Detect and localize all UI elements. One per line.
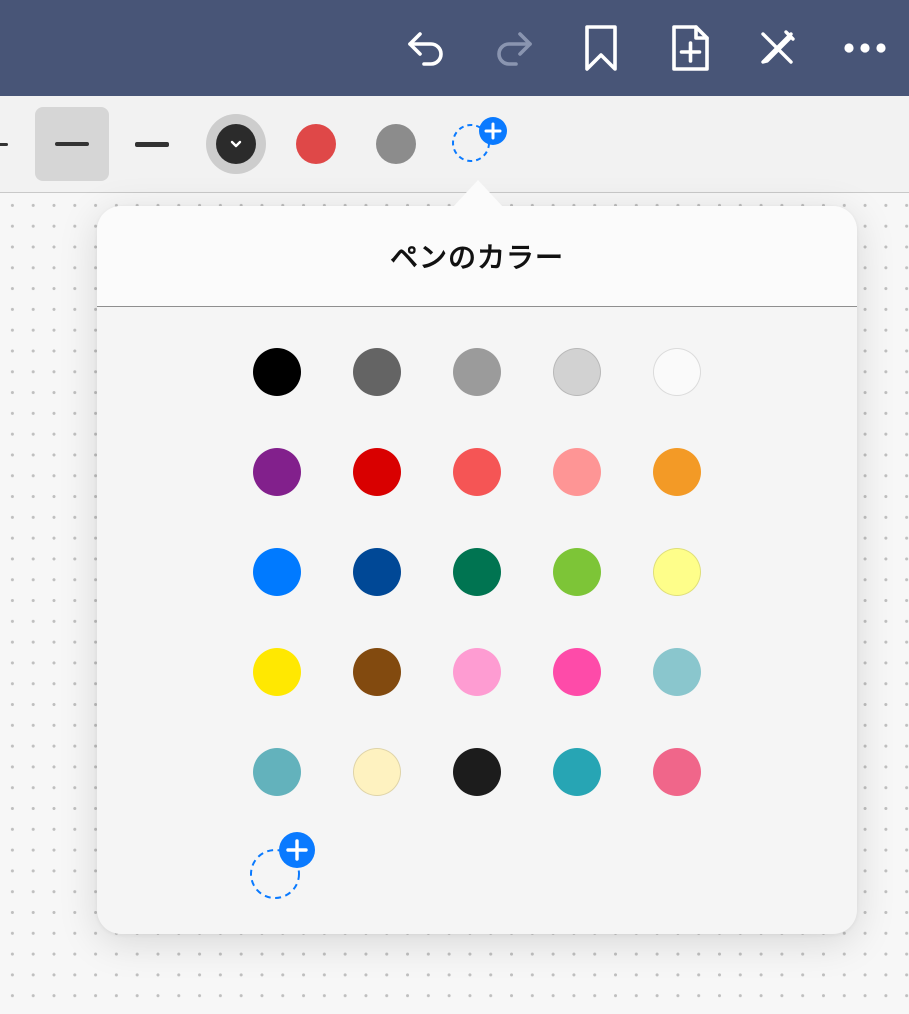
pen-toolbar — [0, 96, 909, 193]
toolbar-add-color-button[interactable] — [448, 116, 512, 166]
close-tools-button[interactable] — [751, 22, 803, 74]
color-swatch[interactable] — [653, 448, 701, 496]
color-swatch[interactable] — [553, 748, 601, 796]
color-swatch[interactable] — [353, 648, 401, 696]
color-swatch[interactable] — [553, 548, 601, 596]
color-swatch[interactable] — [453, 648, 501, 696]
add-color-icon — [452, 117, 507, 162]
color-swatch[interactable] — [653, 548, 701, 596]
tool-color-black — [216, 124, 256, 164]
pen-color-popover: ペンのカラー — [97, 206, 857, 934]
color-swatch[interactable] — [453, 448, 501, 496]
color-swatch[interactable] — [253, 748, 301, 796]
color-swatch[interactable] — [253, 448, 301, 496]
add-color-icon — [250, 832, 315, 899]
popover-arrow — [452, 180, 504, 208]
stroke-thick-button[interactable] — [115, 107, 189, 181]
add-custom-color-button[interactable] — [248, 830, 318, 900]
color-swatch[interactable] — [653, 348, 701, 396]
redo-button[interactable] — [488, 22, 540, 74]
color-swatch[interactable] — [553, 448, 601, 496]
color-swatch[interactable] — [253, 548, 301, 596]
stroke-thin-button[interactable] — [0, 107, 28, 181]
more-button[interactable] — [839, 22, 891, 74]
stroke-thick-preview — [135, 141, 169, 147]
stroke-medium-preview — [55, 142, 89, 146]
color-swatch[interactable] — [353, 748, 401, 796]
redo-icon — [497, 32, 532, 66]
bookmark-button[interactable] — [575, 22, 627, 74]
color-swatch[interactable] — [653, 748, 701, 796]
color-swatch[interactable] — [253, 648, 301, 696]
bookmark-icon — [585, 25, 617, 71]
color-palette-grid — [97, 206, 857, 934]
color-swatch[interactable] — [353, 448, 401, 496]
color-swatch[interactable] — [353, 548, 401, 596]
stroke-thin-preview — [0, 142, 8, 146]
undo-button[interactable] — [400, 22, 452, 74]
more-horizontal-icon — [844, 43, 886, 53]
tool-color-gray[interactable] — [376, 124, 416, 164]
add-page-button[interactable] — [664, 22, 716, 74]
color-swatch[interactable] — [553, 348, 601, 396]
pencil-cross-icon — [761, 30, 795, 64]
color-swatch[interactable] — [453, 348, 501, 396]
color-swatch[interactable] — [253, 348, 301, 396]
color-swatch[interactable] — [653, 648, 701, 696]
color-swatch[interactable] — [453, 548, 501, 596]
undo-icon — [408, 32, 443, 66]
color-swatch[interactable] — [553, 648, 601, 696]
color-swatch[interactable] — [353, 348, 401, 396]
chevron-down-icon — [230, 140, 242, 148]
add-page-icon — [672, 25, 709, 71]
stroke-medium-button[interactable] — [35, 107, 109, 181]
tool-color-selected-ring[interactable] — [206, 114, 266, 174]
top-navigation-bar — [0, 0, 909, 96]
color-swatch[interactable] — [453, 748, 501, 796]
tool-color-red[interactable] — [296, 124, 336, 164]
